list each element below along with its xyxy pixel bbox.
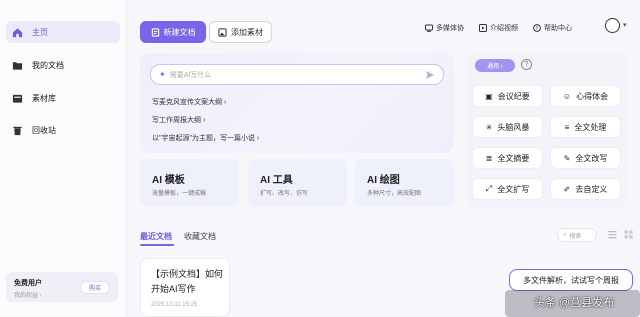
user-box: 免费用户 我的权益 › 购买 (6, 272, 118, 302)
image-add-icon (218, 27, 227, 37)
send-icon[interactable] (425, 70, 435, 80)
feature-rewrite[interactable]: ✎ 全文改写 (550, 147, 621, 169)
doc-card[interactable]: 【示例文档】如何开始AI写作 2025.10.11 15:25 (140, 258, 230, 317)
intro-video-link[interactable]: 介绍视频 (479, 22, 518, 34)
feature-meeting-minutes[interactable]: ▣ 会议纪要 (472, 85, 543, 107)
svg-text:?: ? (536, 26, 539, 32)
fulltext-icon: ≡ (564, 122, 570, 132)
question-icon[interactable]: ? (521, 59, 532, 70)
sidebar-item-label: 回收站 (32, 125, 56, 135)
suggestion-item[interactable]: 写麦克风宣传文案大纲 › (152, 97, 226, 107)
sidebar-item-label: 素材库 (32, 93, 56, 103)
video-icon (479, 24, 487, 32)
feature-label: 全文摘要 (497, 153, 530, 163)
feature-label: 心得体会 (576, 91, 609, 101)
user-benefits-link[interactable]: 我的权益 › (14, 290, 42, 299)
tool-title: AI 模板 (152, 175, 185, 186)
rewrite-icon: ✎ (563, 153, 571, 163)
tool-card-ai-tools[interactable]: AI 工具 扩写、改写、仿写 (248, 159, 347, 207)
search-icon: ⌕ (563, 231, 567, 238)
idea-icon: ☺ (562, 91, 572, 101)
doc-timestamp: 2025.10.11 15:25 (151, 302, 198, 308)
feature-label: 全文扩写 (497, 184, 530, 194)
user-name: 免费用户 (14, 280, 42, 287)
summary-icon: ≣ (485, 153, 493, 163)
add-material-button[interactable]: 添加素材 (209, 21, 272, 43)
feature-summary[interactable]: ≣ 全文摘要 (472, 147, 543, 169)
library-icon (12, 94, 23, 103)
meeting-icon: ▣ (485, 91, 493, 101)
prompt-input[interactable]: ✦ 需要AI写什么 (150, 64, 444, 85)
prompt-placeholder: 需要AI写什么 (169, 71, 212, 79)
new-document-label: 新建文档 (163, 27, 196, 37)
expand-icon: ⤢ (485, 184, 493, 193)
custom-icon: ✐ (563, 184, 571, 194)
chevron-down-icon[interactable]: ▾ (623, 21, 627, 29)
document-icon (151, 27, 159, 37)
feature-custom[interactable]: ✐ 去自定义 (550, 178, 621, 200)
buy-button[interactable]: 购买 (80, 281, 110, 294)
tool-desc: 海量模板，一键成稿 (152, 191, 207, 197)
media-icon (425, 24, 433, 32)
tool-desc: 多种尺寸，高效配图 (367, 191, 422, 197)
sparkle-icon: ✦ (159, 70, 166, 79)
avatar[interactable] (605, 18, 620, 33)
sidebar-item-home[interactable]: 主页 (6, 21, 120, 43)
brain-icon: ✳ (485, 122, 493, 132)
add-material-label: 添加素材 (231, 27, 263, 37)
grid-view-icon[interactable] (624, 230, 633, 239)
help-center-link[interactable]: ? 帮助中心 (533, 22, 572, 34)
feature-panel: 通用 › ? ▣ 会议纪要 ☺ 心得体会 ✳ 头脑风暴 ≡ 全文处理 ≣ 全文摘要 ✎ 全文… (466, 53, 628, 207)
feature-label: 全文处理 (574, 122, 607, 132)
feature-reflection[interactable]: ☺ 心得体会 (550, 85, 621, 107)
feature-fulltext-process[interactable]: ≡ 全文处理 (550, 116, 621, 138)
category-badge[interactable]: 通用 › (475, 59, 515, 72)
tool-desc: 扩写、改写、仿写 (260, 191, 309, 197)
tab-recent-docs[interactable]: 最近文档 (140, 231, 172, 242)
feature-brainstorm[interactable]: ✳ 头脑风暴 (472, 116, 543, 138)
watermark: 头条 @莒县发布 (533, 297, 615, 309)
sidebar-item-library[interactable]: 素材库 (6, 87, 120, 109)
folder-icon (12, 61, 23, 70)
intro-video-label: 介绍视频 (490, 25, 518, 32)
feature-label: 头脑风暴 (497, 122, 530, 132)
feature-label: 会议纪要 (497, 91, 530, 101)
list-view-icon[interactable] (608, 230, 617, 239)
tool-title: AI 工具 (260, 175, 293, 186)
feature-label: 去自定义 (575, 184, 608, 194)
tool-card-ai-template[interactable]: AI 模板 海量模板，一键成稿 (140, 159, 239, 207)
tab-favorite-docs[interactable]: 收藏文档 (184, 231, 216, 242)
doc-search-placeholder: 搜索 (569, 233, 582, 240)
multimedia-link[interactable]: 多媒体协 (425, 22, 464, 34)
suggestion-item[interactable]: 写工作周报大纲 › (152, 115, 205, 125)
prompt-card: ✦ 需要AI写什么 写麦克风宣传文案大纲 › 写工作周报大纲 › 以"宇宙起源"… (140, 53, 454, 153)
new-document-button[interactable]: 新建文档 (140, 21, 206, 43)
sidebar: 主页 我的文档 素材库 回收站 免费用户 我的权益 › 购买 (0, 0, 127, 317)
doc-title: 【示例文档】如何开始AI写作 (151, 269, 224, 294)
tool-title: AI 绘图 (367, 175, 400, 186)
tool-card-ai-drawing[interactable]: AI 绘图 多种尺寸，高效配图 (355, 159, 454, 207)
sidebar-item-label: 主页 (32, 27, 48, 37)
trash-icon (13, 126, 22, 135)
assistant-tip-bubble[interactable]: 多文件解析，试试写个周报 (509, 269, 633, 291)
help-circle-icon: ? (533, 24, 541, 32)
help-center-label: 帮助中心 (544, 25, 572, 32)
doc-search-input[interactable]: ⌕ 搜索 (557, 228, 597, 242)
sidebar-item-label: 我的文档 (32, 60, 64, 70)
home-icon (12, 27, 23, 37)
feature-expand[interactable]: ⤢ 全文扩写 (472, 178, 543, 200)
suggestion-item[interactable]: 以"宇宙起源"为主题，写一篇小说 › (152, 133, 259, 143)
active-tab-indicator (140, 244, 174, 246)
multimedia-label: 多媒体协 (436, 25, 464, 32)
feature-label: 全文改写 (575, 153, 608, 163)
sidebar-item-my-docs[interactable]: 我的文档 (6, 54, 120, 76)
sidebar-item-trash[interactable]: 回收站 (6, 119, 120, 141)
